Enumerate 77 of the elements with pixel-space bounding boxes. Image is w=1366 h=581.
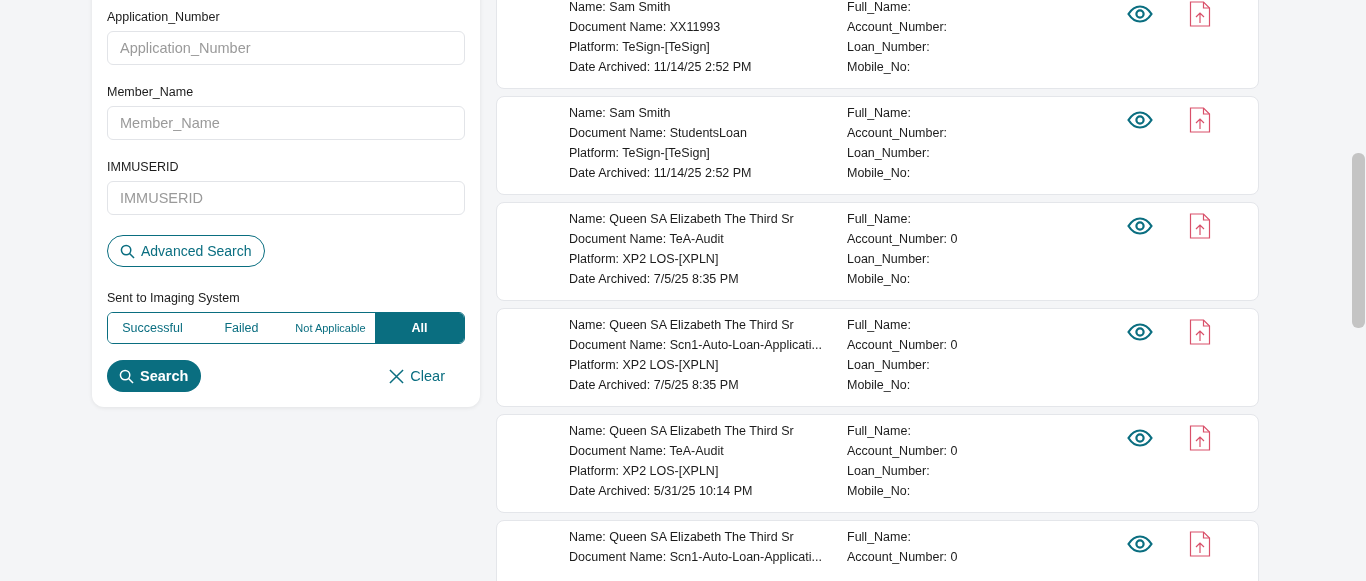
- record-detail: Document Name: StudentsLoan: [569, 126, 748, 141]
- field-label: IMMUSERID: [107, 160, 180, 174]
- search-icon: [119, 368, 134, 384]
- segment-option[interactable]: All: [375, 313, 464, 343]
- record-detail: Platform: TeSign-[TeSign]: [569, 146, 711, 161]
- upload-button[interactable]: [1189, 530, 1211, 558]
- file-upload-icon: [1189, 319, 1211, 345]
- record-detail: Platform: XP2 LOS-[XPLN]: [569, 252, 720, 267]
- record-field: Account_Number:: [847, 20, 1127, 35]
- record-detail: Document Name: XX11993: [569, 20, 722, 35]
- input-field[interactable]: IMMUSERID: [107, 181, 465, 215]
- record-detail: Document Name: TeA-Audit: [569, 232, 725, 247]
- eye-icon: [1127, 217, 1153, 235]
- filter-label: Sent to Imaging System: [107, 291, 241, 305]
- upload-button[interactable]: [1189, 0, 1211, 28]
- file-upload-icon: [1189, 531, 1211, 557]
- record-detail: Platform: TeSign-[TeSign]: [569, 40, 711, 55]
- record-detail: Date Archived: 11/14/25 2:52 PM: [569, 60, 753, 75]
- record-field: Full_Name:: [847, 530, 1127, 545]
- record-detail: Date Archived: 5/31/25 10:14 PM: [569, 484, 754, 499]
- record-detail: Name: Queen SA Elizabeth The Third Sr: [569, 318, 795, 333]
- eye-icon: [1127, 535, 1153, 553]
- record-field: Loan_Number:: [847, 40, 1127, 55]
- record-detail: Name: Queen SA Elizabeth The Third Sr: [569, 530, 795, 545]
- record-detail: Date Archived: 7/5/25 8:35 PM: [569, 272, 740, 287]
- record-field: Loan_Number:: [847, 358, 1127, 373]
- record-detail: Name: Sam Smith: [569, 0, 672, 15]
- eye-icon: [1127, 429, 1153, 447]
- record-field: Mobile_No:: [847, 166, 1127, 181]
- record-detail: Document Name: Scn1-Auto-Loan-Applicati...: [569, 550, 823, 565]
- eye-icon: [1127, 5, 1153, 23]
- record-field: Full_Name:: [847, 106, 1127, 121]
- upload-button[interactable]: [1189, 424, 1211, 452]
- record-field: Mobile_No:: [847, 272, 1127, 287]
- record-field: Loan_Number:: [847, 252, 1127, 267]
- upload-button[interactable]: [1189, 106, 1211, 134]
- record-detail: Platform: XP2 LOS-[XPLN]: [569, 464, 720, 479]
- record-field: Mobile_No:: [847, 484, 1127, 499]
- input-field[interactable]: Member_Name: [107, 106, 465, 140]
- file-upload-icon: [1189, 1, 1211, 27]
- record-field: Full_Name:: [847, 212, 1127, 227]
- record-field: Mobile_No:: [847, 60, 1127, 75]
- record-field: Account_Number:: [847, 126, 1127, 141]
- file-upload-icon: [1189, 213, 1211, 239]
- record-field: Account_Number: 0: [847, 338, 1127, 353]
- advanced-search-button[interactable]: Advanced Search: [107, 235, 265, 267]
- search-button[interactable]: Search: [107, 360, 202, 392]
- record-field: Account_Number: 0: [847, 444, 1127, 459]
- record-field: Account_Number: 0: [847, 232, 1127, 247]
- record-detail: Document Name: TeA-Audit: [569, 444, 725, 459]
- record-field: Mobile_No:: [847, 378, 1127, 393]
- record-detail: Name: Queen SA Elizabeth The Third Sr: [569, 212, 795, 227]
- input-field[interactable]: Application_Number: [107, 31, 465, 65]
- upload-button[interactable]: [1189, 212, 1211, 240]
- eye-icon: [1127, 111, 1153, 129]
- record-field: Account_Number: 0: [847, 550, 1127, 565]
- record-detail: Document Name: Scn1-Auto-Loan-Applicati...: [569, 338, 823, 353]
- close-icon: [389, 368, 405, 384]
- file-upload-icon: [1189, 425, 1211, 451]
- record-field: Full_Name:: [847, 0, 1127, 15]
- record-detail: Platform: XP2 LOS-[XPLN]: [569, 358, 720, 373]
- record-detail: Date Archived: 11/14/25 2:52 PM: [569, 166, 753, 181]
- eye-icon: [1127, 323, 1153, 341]
- clear-button[interactable]: Clear: [383, 367, 451, 385]
- record-field: Full_Name:: [847, 318, 1127, 333]
- record-field: Full_Name:: [847, 424, 1127, 439]
- field-label: Application_Number: [107, 10, 221, 24]
- file-upload-icon: [1189, 107, 1211, 133]
- record-detail: Name: Queen SA Elizabeth The Third Sr: [569, 424, 795, 439]
- record-detail: Name: Sam Smith: [569, 106, 672, 121]
- upload-button[interactable]: [1189, 318, 1211, 346]
- record-field: Loan_Number:: [847, 464, 1127, 479]
- field-label: Member_Name: [107, 85, 195, 99]
- record-detail: Date Archived: 7/5/25 8:35 PM: [569, 378, 740, 393]
- scrollbar[interactable]: [1352, 153, 1365, 328]
- search-icon: [120, 243, 135, 259]
- record-field: Loan_Number:: [847, 146, 1127, 161]
